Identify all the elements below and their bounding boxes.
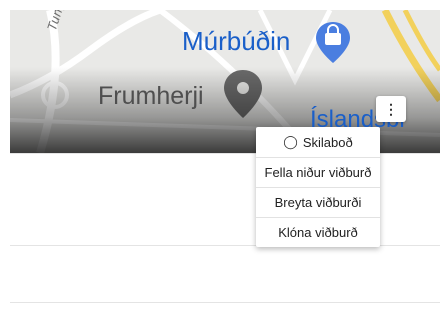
menu-item-label: Breyta viðburði [274, 195, 362, 210]
menu-item-label: Klóna viðburð [278, 225, 358, 240]
screen: Tungu Múrbúðin Frumherji Íslandsbi ⋮ ◯ S… [0, 0, 440, 327]
menu-item-cancel-event[interactable]: Fella niður viðburð [256, 157, 380, 187]
more-options-button[interactable]: ⋮ [376, 96, 406, 122]
menu-item-label: Skilaboð [302, 134, 353, 150]
divider [10, 302, 440, 303]
menu-item-label: Fella niður viðburð [264, 165, 372, 180]
place-label-murbudin: Múrbúðin [182, 26, 291, 56]
menu-item-messages[interactable]: ◯ Skilaboð [256, 127, 380, 157]
left-margin [0, 0, 10, 327]
menu-item-edit-event[interactable]: Breyta viðburði [256, 187, 380, 217]
menu-item-clone-event[interactable]: Klóna viðburð [256, 217, 380, 247]
place-label-frumherji: Frumherji [98, 82, 204, 110]
more-vertical-icon: ⋮ [384, 100, 398, 117]
message-icon: ◯ [283, 134, 298, 149]
context-menu: ◯ Skilaboð Fella niður viðburð Breyta vi… [256, 127, 380, 247]
